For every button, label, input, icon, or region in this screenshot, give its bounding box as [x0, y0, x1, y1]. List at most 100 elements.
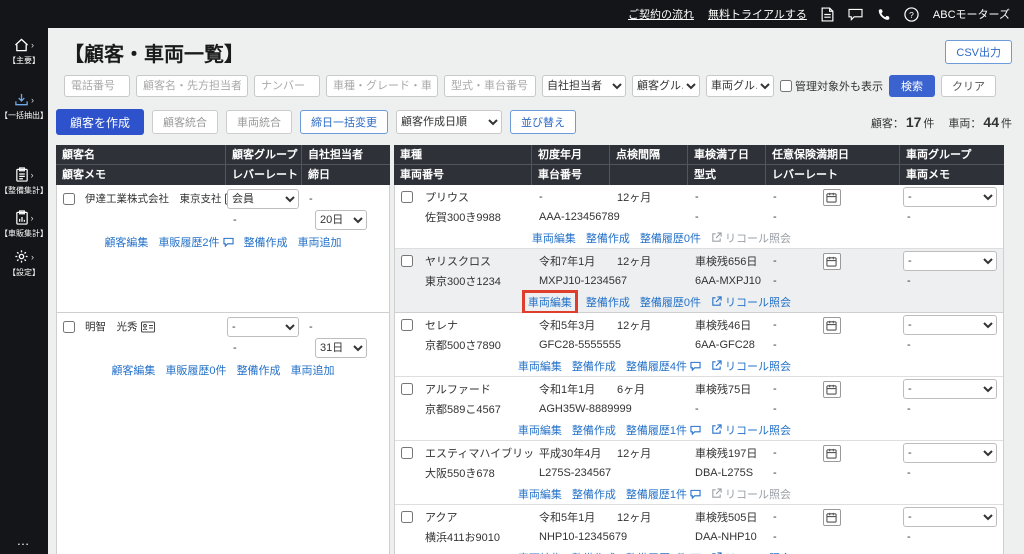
contract-flow-link[interactable]: ご契約の流れ: [628, 6, 694, 22]
vehicle-checkbox[interactable]: [401, 255, 413, 267]
customer-checkbox[interactable]: [63, 192, 75, 205]
external-link-icon: [711, 360, 722, 371]
recall-link[interactable]: リコール照会: [711, 422, 791, 438]
maintenance-history-link[interactable]: 整備履歴1件: [626, 422, 701, 438]
customer-group-select[interactable]: -: [227, 316, 299, 337]
closing-day-select[interactable]: 20日: [315, 209, 367, 230]
phone-filter-input[interactable]: [64, 75, 130, 97]
recall-link[interactable]: リコール照会: [711, 550, 791, 554]
maintenance-create-link[interactable]: 整備作成: [572, 550, 616, 554]
calendar-button[interactable]: [822, 444, 841, 462]
vehicle-checkbox[interactable]: [401, 319, 413, 331]
maintenance-create-link[interactable]: 整備作成: [237, 362, 281, 378]
sidebar-item-batch-extract[interactable]: › 【一括抽出】: [0, 92, 48, 121]
model-vin-filter-input[interactable]: [444, 75, 536, 97]
vehicle-group-select[interactable]: -: [903, 315, 997, 335]
vehicle-list: セレナ 令和5年3月 12ヶ月 車検残46日 - - 京都500さ7890 GFC28-555…: [394, 313, 1004, 554]
vehicle-checkbox[interactable]: [401, 447, 413, 459]
vehicle-edit-link[interactable]: 車両編集: [528, 294, 572, 310]
plate-number-filter-input[interactable]: [254, 75, 320, 97]
maintenance-history-link[interactable]: 整備履歴0件: [640, 230, 701, 246]
sort-button[interactable]: 並び替え: [510, 110, 577, 134]
vehicle-checkbox[interactable]: [401, 191, 413, 203]
chat-icon[interactable]: [848, 8, 863, 21]
merge-customers-button[interactable]: 顧客統合: [152, 110, 219, 134]
account-menu[interactable]: ABCモーターズ: [933, 6, 1010, 22]
free-trial-link[interactable]: 無料トライアルする: [708, 6, 807, 22]
customer-name-filter-input[interactable]: [136, 75, 248, 97]
vehicle-group-select[interactable]: -: [903, 251, 997, 271]
vehicle-model-code: -: [695, 403, 699, 415]
vehicle-edit-link[interactable]: 車両編集: [518, 550, 562, 554]
vehicle-group-select[interactable]: -: [903, 379, 997, 399]
sidebar-item-sales-report[interactable]: › 【車販集計】: [0, 210, 48, 239]
maintenance-history-link[interactable]: 整備履歴1件: [626, 486, 701, 502]
maintenance-history-link[interactable]: 整備履歴4件: [626, 358, 701, 374]
maintenance-history-link[interactable]: 整備履歴1件: [626, 550, 701, 554]
recall-link[interactable]: リコール照会: [711, 358, 791, 374]
vehicle-add-link[interactable]: 車両追加: [298, 234, 342, 250]
customer-checkbox[interactable]: [63, 320, 75, 333]
inspection-due-header: 車検満了日: [688, 145, 766, 165]
calendar-button[interactable]: [822, 188, 841, 206]
search-button[interactable]: 検索: [889, 75, 935, 97]
maintenance-create-link[interactable]: 整備作成: [586, 230, 630, 246]
calendar-button[interactable]: [822, 380, 841, 398]
csv-export-button[interactable]: CSV出力: [945, 40, 1012, 64]
create-customer-button[interactable]: 顧客を作成: [56, 109, 145, 135]
inspection-due-value: 車検残75日: [695, 384, 752, 396]
vehicle-edit-link[interactable]: 車両編集: [518, 486, 562, 502]
calendar-button[interactable]: [822, 508, 841, 526]
sidebar-item-main[interactable]: › 【主要】: [8, 38, 40, 66]
vehicle-group-select[interactable]: -: [903, 507, 997, 527]
vehicle-add-link[interactable]: 車両追加: [291, 362, 335, 378]
customer-group-filter-select[interactable]: 顧客グル…: [632, 75, 700, 97]
vehicle-edit-link[interactable]: 車両編集: [518, 422, 562, 438]
insurance-expiry-value: -: [773, 319, 777, 331]
calendar-button[interactable]: [822, 316, 841, 334]
closing-day-select[interactable]: 31日: [315, 337, 367, 358]
clear-button[interactable]: クリア: [941, 75, 996, 97]
vehicle-name: ヤリスクロス: [425, 256, 491, 268]
staff-filter-select[interactable]: 自社担当者: [542, 75, 626, 97]
sales-history-link[interactable]: 車販履歴2件: [158, 234, 234, 250]
customer-cell: 明智 光秀 - - -31日 顧客編集 車販履歴0件 整備作成 車両追加: [56, 313, 390, 554]
recall-link[interactable]: リコール照会: [711, 294, 791, 310]
maintenance-create-link[interactable]: 整備作成: [244, 234, 288, 250]
customer-rows: 伊達工業株式会社 東京支社 会員 - -20日 顧客編集 車販履歴2件 整備作成 車両追加 プリ…: [56, 185, 1012, 554]
phone-icon[interactable]: [877, 8, 890, 21]
vehicle-edit-link[interactable]: 車両編集: [532, 230, 576, 246]
vehicle-group-select[interactable]: -: [903, 443, 997, 463]
sidebar-item-settings[interactable]: › 【設定】: [8, 249, 40, 278]
vehicle-group-select[interactable]: -: [903, 187, 997, 207]
sales-history-link[interactable]: 車販履歴0件: [165, 362, 226, 378]
inspection-interval-value: 12ヶ月: [617, 448, 652, 460]
vehicle-group-filter-select[interactable]: 車両グル…: [706, 75, 774, 97]
maintenance-create-link[interactable]: 整備作成: [572, 358, 616, 374]
sidebar-more-menu[interactable]: …: [17, 533, 32, 548]
customer-group-select[interactable]: 会員: [227, 188, 299, 209]
vehicle-vin: AGH35W-8889999: [539, 403, 632, 415]
calendar-button[interactable]: [822, 252, 841, 270]
customer-edit-link[interactable]: 顧客編集: [104, 234, 148, 250]
show-excluded-checkbox[interactable]: [780, 80, 792, 92]
sort-order-select[interactable]: 顧客作成日順: [396, 110, 503, 134]
car-model-filter-input[interactable]: [326, 75, 438, 97]
recall-link[interactable]: リコール照会: [711, 486, 791, 502]
vehicle-memo-value: -: [907, 403, 911, 415]
maintenance-history-link[interactable]: 整備履歴0件: [640, 294, 701, 310]
vehicle-checkbox[interactable]: [401, 511, 413, 523]
manual-document-icon[interactable]: [821, 6, 834, 22]
maintenance-create-link[interactable]: 整備作成: [572, 486, 616, 502]
recall-link[interactable]: リコール照会: [711, 230, 791, 246]
merge-vehicles-button[interactable]: 車両統合: [226, 110, 293, 134]
help-icon[interactable]: ?: [904, 6, 919, 22]
customer-edit-link[interactable]: 顧客編集: [111, 362, 155, 378]
vehicle-model-code: -: [695, 211, 699, 223]
sidebar-item-maintenance-report[interactable]: › 【整備集計】: [0, 167, 48, 196]
maintenance-create-link[interactable]: 整備作成: [586, 294, 630, 310]
bulk-closing-day-button[interactable]: 締日一括変更: [300, 110, 389, 134]
vehicle-edit-link[interactable]: 車両編集: [518, 358, 562, 374]
vehicle-checkbox[interactable]: [401, 383, 413, 395]
maintenance-create-link[interactable]: 整備作成: [572, 422, 616, 438]
